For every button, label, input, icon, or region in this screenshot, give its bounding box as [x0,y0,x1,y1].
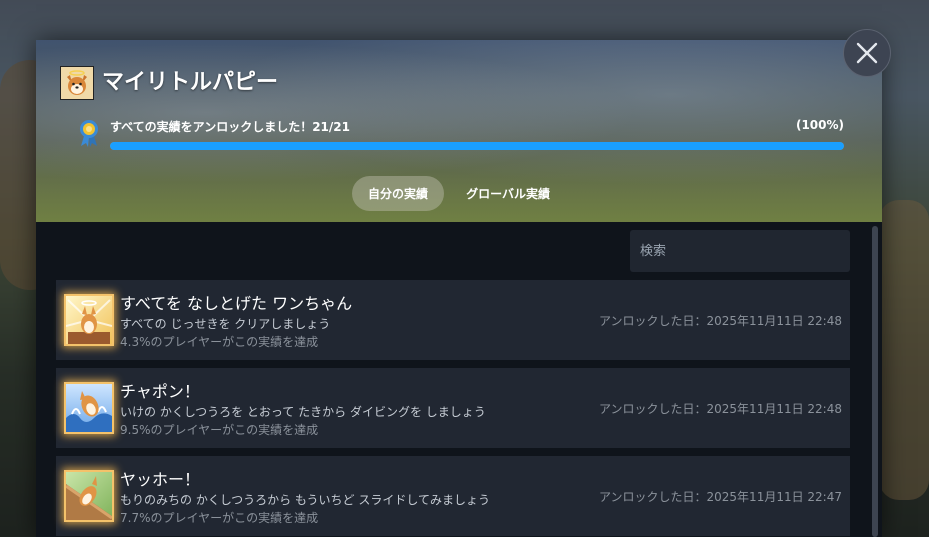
achievement-name: すべてを なしとげた ワンちゃん [120,294,353,313]
achievement-unlock-date: アンロックした日：2025年11月11日 22:47 [599,490,842,504]
modal-header: マイリトルパピー すべての実績をアンロックしました！21/21 (100%) 自… [36,40,882,222]
progress-bar [110,142,844,150]
achievement-unlock-date: アンロックした日：2025年11月11日 22:48 [599,402,842,416]
achievements-modal: マイリトルパピー すべての実績をアンロックしました！21/21 (100%) 自… [36,40,882,537]
progress-label: すべての実績をアンロックしました！21/21 [110,120,350,134]
tab-global-achievements[interactable]: グローバル実績 [450,176,566,211]
corgi-slide-icon [64,470,114,522]
progress-percent: (100%) [795,118,844,132]
close-icon [856,42,878,64]
tab-my-achievements[interactable]: 自分の実績 [352,176,445,211]
corgi-game-icon [60,66,94,100]
corgi-halo-icon [64,294,114,346]
scrollbar[interactable] [872,226,878,537]
achievement-global-rate: 9.5%のプレイヤーがこの実績を達成 [120,423,319,437]
progress-bar-fill [110,142,844,150]
achievement-description: いけの かくしつうろを とおって たきから ダイビングを しましょう [120,405,486,419]
achievement-list: すべてを なしとげた ワンちゃん すべての じっせきを クリアしましょう 4.3… [56,280,850,537]
close-button[interactable] [843,29,891,77]
achievement-row[interactable]: ヤッホー！ もりのみちの かくしつうろから もういちど スライドしてみましょう … [56,456,850,536]
achievement-description: すべての じっせきを クリアしましょう [120,317,331,331]
background-scenery-right [879,200,929,500]
achievement-global-rate: 7.7%のプレイヤーがこの実績を達成 [120,511,319,525]
achievement-global-rate: 4.3%のプレイヤーがこの実績を達成 [120,335,319,349]
achievement-medal-icon [78,118,100,148]
search-input[interactable] [630,230,850,272]
achievement-name: ヤッホー！ [120,470,201,489]
achievement-unlock-date: アンロックした日：2025年11月11日 22:48 [599,314,842,328]
achievement-row[interactable]: チャポン！ いけの かくしつうろを とおって たきから ダイビングを しましょう… [56,368,850,448]
scrollbar-thumb[interactable] [872,226,878,537]
achievement-description: もりのみちの かくしつうろから もういちど スライドしてみましょう [120,493,491,507]
corgi-splash-icon [64,382,114,434]
achievement-row[interactable]: すべてを なしとげた ワンちゃん すべての じっせきを クリアしましょう 4.3… [56,280,850,360]
tab-bar: 自分の実績 グローバル実績 [36,176,882,211]
game-title: マイリトルパピー [102,70,279,95]
achievement-name: チャポン！ [120,382,200,401]
